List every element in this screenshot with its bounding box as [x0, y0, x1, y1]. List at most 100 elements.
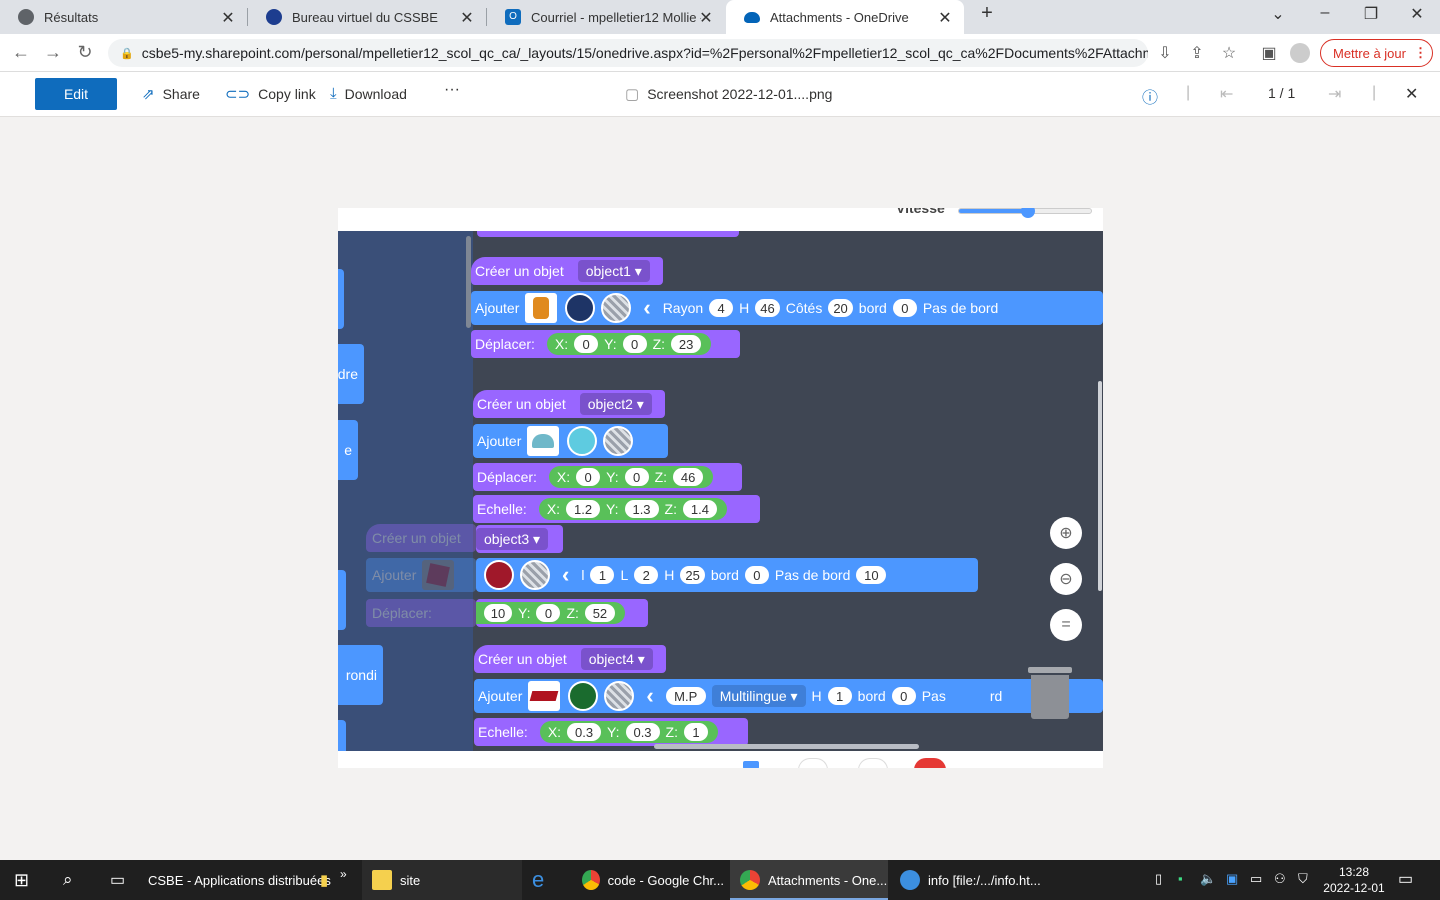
app-control[interactable]: [858, 758, 888, 768]
maximize-icon[interactable]: ❐: [1359, 4, 1383, 24]
security-shield-icon[interactable]: ⛉: [1298, 871, 1308, 887]
zoom-in-icon[interactable]: ⊕: [1050, 517, 1082, 549]
block-add-wedge[interactable]: Ajouter: [473, 424, 668, 458]
tray-icon[interactable]: ▣: [1226, 871, 1238, 887]
task-view-icon[interactable]: ▭: [110, 860, 125, 900]
speed-slider-knob[interactable]: [1020, 208, 1035, 218]
block-scale-object4[interactable]: Echelle: X: 0.3 Y: 0.3 Z: 1: [474, 718, 748, 746]
wedge-shape-icon[interactable]: [527, 426, 560, 456]
toolbox-category[interactable]: dre: [338, 344, 364, 404]
block-add-cylinder[interactable]: Ajouter ‹ Rayon 4 H 46 Côtés 20 bord 0 P…: [471, 291, 1103, 325]
reload-icon[interactable]: ↻: [74, 42, 96, 63]
share-button[interactable]: ⇗ Share: [142, 85, 200, 103]
search-icon[interactable]: ⌕: [63, 860, 73, 900]
block-add-text[interactable]: Ajouter ‹ M.P Multilingue ▾ H 1 bord 0 P…: [474, 679, 1103, 713]
block-create-object3[interactable]: object3 ▾: [476, 525, 563, 553]
folder-icon[interactable]: ▮: [320, 860, 328, 900]
volume-icon[interactable]: 🔈: [1200, 871, 1216, 887]
workspace-scrollbar-horizontal[interactable]: [654, 744, 919, 749]
app-control[interactable]: [743, 761, 759, 768]
overflow-chevron-icon[interactable]: »: [340, 854, 347, 894]
toolbox-category[interactable]: [338, 269, 344, 329]
info-icon[interactable]: ⓘ: [1142, 84, 1158, 108]
profile-avatar[interactable]: [1290, 43, 1310, 63]
texture-swatch[interactable]: [520, 560, 550, 590]
chevron-left-icon[interactable]: ‹: [646, 683, 653, 709]
taskbar-item-attachments[interactable]: Attachments - One...: [730, 860, 888, 900]
edit-button[interactable]: Edit: [35, 78, 117, 110]
close-icon[interactable]: ✕: [936, 8, 954, 28]
close-icon[interactable]: ✕: [697, 8, 715, 28]
taskbar-item-site[interactable]: site: [362, 860, 522, 900]
block-move-object3[interactable]: 10 Y: 0 Z: 52: [476, 599, 648, 627]
windows-start-icon[interactable]: ⊞: [14, 860, 29, 900]
more-options-button[interactable]: ···: [444, 81, 460, 99]
color-swatch-navy[interactable]: [565, 293, 596, 323]
block-create-object4[interactable]: Créer un objet object4 ▾: [474, 645, 666, 673]
block-move-object2[interactable]: Déplacer: X: 0 Y: 0 Z: 46: [473, 463, 742, 491]
close-viewer-icon[interactable]: ✕: [1405, 84, 1418, 104]
bookmark-star-icon[interactable]: ☆: [1219, 43, 1239, 63]
update-button[interactable]: Mettre à jour ⋮: [1320, 39, 1433, 67]
tab-bureau-virtuel[interactable]: Bureau virtuel du CSSBE ✕: [248, 0, 486, 34]
forward-arrow-icon[interactable]: →: [42, 42, 64, 63]
chevron-left-icon[interactable]: ‹: [562, 562, 569, 588]
object-name-dropdown[interactable]: object2 ▾: [579, 393, 652, 415]
share-page-icon[interactable]: ⇪: [1187, 43, 1207, 63]
block-add-cube[interactable]: ‹ l 1 L 2 H 25 bord 0 Pas de bord 10: [476, 558, 978, 592]
stop-button[interactable]: [914, 758, 946, 768]
texture-swatch[interactable]: [604, 681, 635, 711]
language-dropdown[interactable]: Multilingue ▾: [711, 685, 806, 707]
speed-slider[interactable]: [958, 208, 1092, 218]
clock[interactable]: 13:28 2022-12-01: [1322, 864, 1386, 896]
tab-attachments-onedrive[interactable]: Attachments - OneDrive ✕: [726, 0, 964, 34]
url-field[interactable]: 🔒 csbe5-my.sharepoint.com/personal/mpell…: [108, 39, 1148, 67]
tab-resultats[interactable]: Résultats ✕: [0, 0, 247, 34]
internet-explorer-icon[interactable]: e: [532, 860, 544, 900]
color-swatch-green[interactable]: [568, 681, 599, 711]
last-page-icon[interactable]: ⇥: [1328, 84, 1341, 104]
color-swatch-cyan[interactable]: [567, 426, 598, 456]
workspace-scrollbar-vertical[interactable]: [1098, 381, 1102, 591]
back-arrow-icon[interactable]: ←: [10, 42, 32, 63]
taskbar-item-csbe[interactable]: CSBE - Applications distribuées: [148, 860, 331, 900]
toolbox-category[interactable]: [338, 570, 346, 630]
object-name-dropdown[interactable]: object4 ▾: [580, 648, 653, 670]
texture-swatch[interactable]: [603, 426, 634, 456]
battery-icon[interactable]: ▯: [1155, 871, 1162, 887]
block-tail[interactable]: [477, 231, 739, 237]
object-name-dropdown[interactable]: object1 ▾: [577, 260, 650, 282]
object-name-dropdown[interactable]: object3 ▾: [476, 528, 549, 550]
copy-link-button[interactable]: ⊂⊃ Copy link: [225, 85, 316, 103]
tab-search-chevron-icon[interactable]: ⌄: [1266, 4, 1290, 24]
close-icon[interactable]: ✕: [219, 8, 237, 28]
block-move-object1[interactable]: Déplacer: X: 0 Y: 0 Z: 23: [471, 330, 740, 358]
notifications-icon[interactable]: ▭: [1398, 869, 1413, 889]
toolbox-category[interactable]: [338, 720, 346, 751]
blocks-workspace[interactable]: dre e rondi Créer un objet object1 ▾ Ajo…: [338, 231, 1103, 751]
taskbar-item-code[interactable]: code - Google Chr...: [572, 860, 724, 900]
language-icon[interactable]: ⚇: [1274, 871, 1286, 887]
text-shape-icon[interactable]: [528, 681, 561, 711]
toolbox-category[interactable]: e: [338, 420, 358, 480]
sidepanel-icon[interactable]: ▣: [1259, 43, 1279, 63]
zoom-out-icon[interactable]: ⊖: [1050, 563, 1082, 595]
block-create-object1[interactable]: Créer un objet object1 ▾: [471, 257, 663, 285]
color-swatch-red[interactable]: [484, 560, 514, 590]
app-tray-icon[interactable]: ▪: [1178, 871, 1183, 886]
reset-zoom-icon[interactable]: =: [1050, 609, 1082, 641]
chevron-left-icon[interactable]: ‹: [643, 295, 650, 321]
install-app-icon[interactable]: ⇩: [1155, 43, 1175, 63]
texture-swatch[interactable]: [601, 293, 632, 323]
trash-icon[interactable]: [1028, 667, 1072, 719]
first-page-icon[interactable]: ⇤: [1220, 84, 1233, 104]
block-scale-object2[interactable]: Echelle: X: 1.2 Y: 1.3 Z: 1.4: [473, 495, 760, 523]
app-control[interactable]: [798, 758, 828, 768]
taskbar-item-info[interactable]: info [file:/.../info.ht...: [892, 860, 1047, 900]
new-tab-plus-icon[interactable]: +: [975, 2, 999, 25]
minimize-icon[interactable]: –: [1313, 4, 1337, 22]
download-button[interactable]: ⤓ Download: [330, 85, 407, 102]
network-icon[interactable]: ▭: [1250, 871, 1262, 887]
tab-courriel[interactable]: O Courriel - mpelletier12 Mollie - C ✕: [487, 0, 725, 34]
close-icon[interactable]: ✕: [458, 8, 476, 28]
